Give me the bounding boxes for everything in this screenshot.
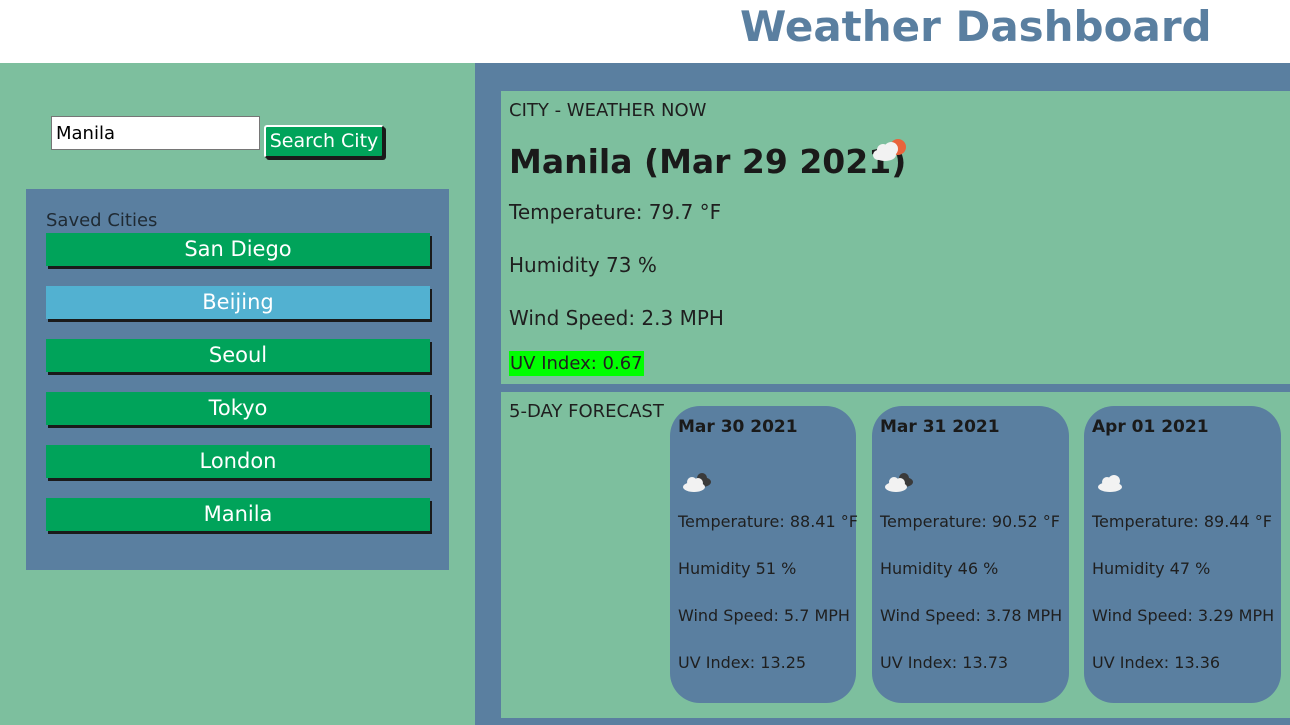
forecast-wind-speed: Wind Speed: 5.7 MPH [678, 606, 850, 625]
forecast-wind-speed: Wind Speed: 3.29 MPH [1092, 606, 1275, 625]
forecast-date: Mar 31 2021 [880, 417, 1000, 437]
forecast-date: Apr 01 2021 [1092, 417, 1209, 437]
forecast-date: Mar 30 2021 [678, 417, 798, 437]
forecast-card: Apr 01 2021 Temperature: 89.44 °F Humidi… [1084, 406, 1281, 703]
forecast-card: Mar 30 2021 Temperature: 88.41 °F Humidi… [670, 406, 858, 703]
forecast-humidity: Humidity 46 % [880, 559, 999, 578]
current-wind-speed: Wind Speed: 2.3 MPH [509, 306, 724, 330]
saved-city-button[interactable]: Manila [46, 498, 430, 531]
current-weather-card: CITY - WEATHER NOW Manila (Mar 29 2021) … [501, 91, 1290, 384]
weather-panel: CITY - WEATHER NOW Manila (Mar 29 2021) … [475, 63, 1290, 725]
saved-cities-title: Saved Cities [46, 210, 158, 231]
current-humidity: Humidity 73 % [509, 253, 657, 277]
forecast-uv-index: UV Index: 13.25 [678, 653, 807, 672]
forecast-temperature: Temperature: 89.44 °F [1092, 512, 1272, 531]
broken-clouds-icon [683, 473, 711, 492]
saved-city-button[interactable]: London [46, 445, 430, 478]
broken-clouds-icon [885, 473, 913, 492]
forecast-uv-index: UV Index: 13.36 [1092, 653, 1221, 672]
current-city-title: Manila (Mar 29 2021) [509, 142, 907, 181]
forecast-label: 5-DAY FORECAST [509, 401, 664, 422]
uv-index-badge: UV Index: 0.67 [509, 351, 644, 376]
forecast-humidity: Humidity 51 % [678, 559, 797, 578]
forecast-humidity: Humidity 47 % [1092, 559, 1211, 578]
saved-city-button[interactable]: Tokyo [46, 392, 430, 425]
page-title: Weather Dashboard [740, 2, 1212, 51]
saved-city-button[interactable]: Seoul [46, 339, 430, 372]
forecast-temperature: Temperature: 90.52 °F [880, 512, 1060, 531]
search-input[interactable] [51, 116, 260, 150]
search-city-button[interactable]: Search City [264, 125, 384, 158]
saved-city-button[interactable]: Beijing [46, 286, 430, 319]
forecast-wind-speed: Wind Speed: 3.78 MPH [880, 606, 1063, 625]
cloud-icon [1098, 475, 1122, 492]
forecast-temperature: Temperature: 88.41 °F [678, 512, 858, 531]
cloud-sun-icon [873, 139, 906, 161]
forecast-uv-index: UV Index: 13.73 [880, 653, 1009, 672]
saved-city-button[interactable]: San Diego [46, 233, 430, 266]
current-weather-label: CITY - WEATHER NOW [509, 100, 707, 121]
saved-cities-panel: Saved Cities San Diego Beijing Seoul Tok… [26, 189, 449, 570]
current-temperature: Temperature: 79.7 °F [509, 200, 722, 224]
forecast-card: Mar 31 2021 Temperature: 90.52 °F Humidi… [872, 406, 1069, 703]
page-header: Weather Dashboard [0, 0, 1290, 63]
forecast-section: 5-DAY FORECAST Mar 30 2021 Temperature: … [501, 392, 1290, 718]
